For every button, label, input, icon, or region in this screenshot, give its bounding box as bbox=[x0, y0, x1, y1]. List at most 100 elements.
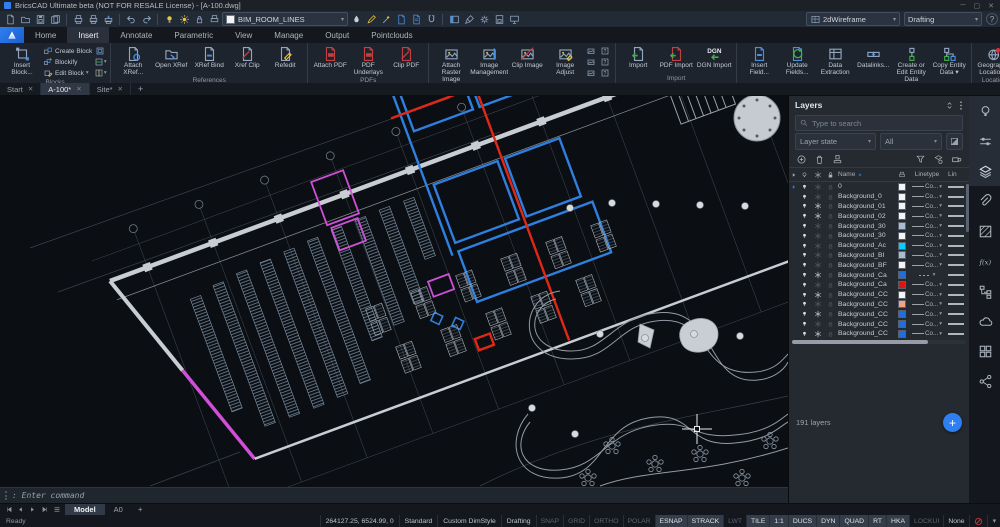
ribbon-button-pdf-import[interactable]: PDF Import bbox=[658, 45, 694, 69]
layer-color-swatch[interactable] bbox=[895, 281, 908, 289]
ribbon-button-image-tool[interactable] bbox=[585, 68, 597, 78]
layer-row[interactable]: Background_CCCo...▾ bbox=[789, 290, 969, 300]
layer-lineweight[interactable] bbox=[946, 294, 969, 296]
save2-icon[interactable] bbox=[492, 13, 506, 26]
layer-lock-toggle[interactable] bbox=[824, 193, 837, 201]
layer-freeze-toggle[interactable] bbox=[811, 202, 824, 210]
panel-strip-structure-icon[interactable] bbox=[969, 276, 1000, 306]
layer-linetype[interactable]: Co...▾ bbox=[908, 252, 946, 259]
layer-color-swatch[interactable] bbox=[895, 212, 908, 220]
layer-on-toggle[interactable] bbox=[798, 212, 811, 220]
open-file-icon[interactable] bbox=[18, 13, 32, 26]
layer-freeze-toggle[interactable] bbox=[811, 261, 824, 269]
status-field-1[interactable]: Custom DimStyle bbox=[437, 515, 501, 527]
layer-lock-toggle[interactable] bbox=[824, 183, 837, 191]
layer-on-toggle[interactable] bbox=[798, 202, 811, 210]
layer-on-toggle[interactable] bbox=[798, 271, 811, 279]
layer-linetype[interactable]: Co...▾ bbox=[908, 330, 946, 337]
layer-lineweight[interactable] bbox=[946, 235, 969, 237]
layer-lineweight[interactable] bbox=[946, 303, 969, 305]
status-toggle-lwt[interactable]: LWT bbox=[723, 515, 746, 527]
layout-list-icon[interactable] bbox=[51, 505, 62, 514]
layer-row[interactable]: Background_0Co...▾ bbox=[789, 192, 969, 202]
drag-grip-icon[interactable] bbox=[5, 491, 7, 500]
layer-color-swatch[interactable] bbox=[895, 271, 908, 279]
collapse-expand-icon[interactable] bbox=[945, 100, 954, 111]
layer-row[interactable]: Background_CCCo...▾ bbox=[789, 300, 969, 310]
ribbon-button-block-tool-c[interactable]: ▾ bbox=[94, 68, 106, 78]
layer-on-toggle[interactable] bbox=[798, 242, 811, 250]
layer-on-toggle[interactable] bbox=[798, 310, 811, 318]
layer-print-icon[interactable] bbox=[207, 13, 221, 26]
layer-lineweight[interactable] bbox=[946, 264, 969, 266]
layer-lock-toggle[interactable] bbox=[824, 310, 837, 318]
status-toggle-strack[interactable]: STRACK bbox=[687, 515, 724, 527]
ribbon-tab-parametric[interactable]: Parametric bbox=[163, 27, 224, 43]
layer-on-toggle[interactable] bbox=[798, 300, 811, 308]
layer-freeze-toggle[interactable] bbox=[811, 232, 824, 240]
doc-tab-a100[interactable]: A-100*✕ bbox=[41, 83, 89, 95]
delete-layer-icon[interactable] bbox=[814, 154, 825, 165]
layer-lock-toggle[interactable] bbox=[824, 281, 837, 289]
layer-freeze-toggle[interactable] bbox=[811, 193, 824, 201]
layer-color-swatch[interactable] bbox=[895, 202, 908, 210]
layer-row[interactable]: Background_BICo...▾ bbox=[789, 251, 969, 261]
monitor-icon[interactable] bbox=[507, 13, 521, 26]
layer-color-swatch[interactable] bbox=[895, 193, 908, 201]
new-doc-tab-button[interactable]: + bbox=[131, 83, 150, 95]
layer-lineweight[interactable] bbox=[946, 333, 969, 335]
layer-color-swatch[interactable] bbox=[895, 222, 908, 230]
purge-icon[interactable] bbox=[832, 154, 843, 165]
status-field-2[interactable]: Drafting bbox=[501, 515, 536, 527]
record-off-icon[interactable] bbox=[969, 515, 987, 527]
ribbon-button-image-management[interactable]: Image Management bbox=[471, 45, 507, 76]
status-toggle-quad[interactable]: QUAD bbox=[839, 515, 868, 527]
filter-icon[interactable] bbox=[915, 154, 926, 165]
pencil-icon[interactable] bbox=[364, 13, 378, 26]
panel-icon[interactable] bbox=[447, 13, 461, 26]
doc-blue-icon[interactable] bbox=[394, 13, 408, 26]
layer-freeze-toggle[interactable] bbox=[811, 291, 824, 299]
layer-linetype[interactable]: Co...▾ bbox=[908, 213, 946, 220]
ribbon-button-help-box[interactable]: ? bbox=[599, 68, 611, 78]
horizontal-scrollbar[interactable] bbox=[792, 340, 966, 344]
layer-freeze-toggle[interactable] bbox=[811, 271, 824, 279]
close-icon[interactable]: ✕ bbox=[118, 85, 123, 93]
save-all-icon[interactable] bbox=[48, 13, 62, 26]
layer-row[interactable]: Background_01Co...▾ bbox=[789, 202, 969, 212]
ribbon-button-help-box[interactable]: ? bbox=[599, 57, 611, 67]
layer-linetype[interactable]: Co...▾ bbox=[908, 262, 946, 269]
layer-freeze-toggle[interactable] bbox=[811, 281, 824, 289]
ribbon-button-image-adjust[interactable]: Image Adjust bbox=[547, 45, 583, 76]
layer-freeze-toggle[interactable] bbox=[811, 310, 824, 318]
panel-strip-layers-icon[interactable] bbox=[969, 156, 1000, 186]
layer-freeze-toggle[interactable] bbox=[811, 242, 824, 250]
layer-freeze-toggle[interactable] bbox=[811, 212, 824, 220]
new-file-icon[interactable] bbox=[3, 13, 17, 26]
layer-color-swatch[interactable] bbox=[895, 310, 908, 318]
ribbon-button-refedit[interactable]: Refedit bbox=[267, 45, 303, 69]
ribbon-button-create-or-edit-entity-data[interactable]: Create or Edit Entity Data bbox=[893, 45, 929, 83]
layer-freeze-toggle[interactable] bbox=[811, 183, 824, 191]
layer-freeze-toggle[interactable] bbox=[811, 300, 824, 308]
layer-color-swatch[interactable] bbox=[895, 232, 908, 240]
layer-linetype[interactable]: ▾ bbox=[908, 272, 946, 278]
layer-on-toggle[interactable] bbox=[798, 320, 811, 328]
close-icon[interactable]: ✕ bbox=[28, 85, 33, 93]
layer-linetype[interactable]: Co...▾ bbox=[908, 281, 946, 288]
layer-lock-toggle[interactable] bbox=[824, 232, 837, 240]
layer-row[interactable]: Background_AcCo...▾ bbox=[789, 241, 969, 251]
layer-row[interactable]: Background_Ca▾ bbox=[789, 270, 969, 280]
plot-icon[interactable] bbox=[86, 13, 100, 26]
layer-lineweight[interactable] bbox=[946, 254, 969, 256]
ribbon-button-attach-xref[interactable]: Attach XRef... bbox=[115, 45, 151, 76]
doc-tab-site[interactable]: Site*✕ bbox=[90, 83, 131, 95]
layer-linetype[interactable]: Co...▾ bbox=[908, 291, 946, 298]
visual-style-dropdown[interactable]: 2dWireframe ▾ bbox=[806, 12, 900, 26]
layer-lock-toggle[interactable] bbox=[824, 222, 837, 230]
layer-linetype[interactable]: Co...▾ bbox=[908, 223, 946, 230]
plot-preview-icon[interactable] bbox=[71, 13, 85, 26]
command-line[interactable]: : Enter command bbox=[0, 487, 788, 503]
layer-on-toggle[interactable] bbox=[798, 193, 811, 201]
ribbon-button-block-tool-b[interactable]: ▾ bbox=[94, 57, 106, 67]
